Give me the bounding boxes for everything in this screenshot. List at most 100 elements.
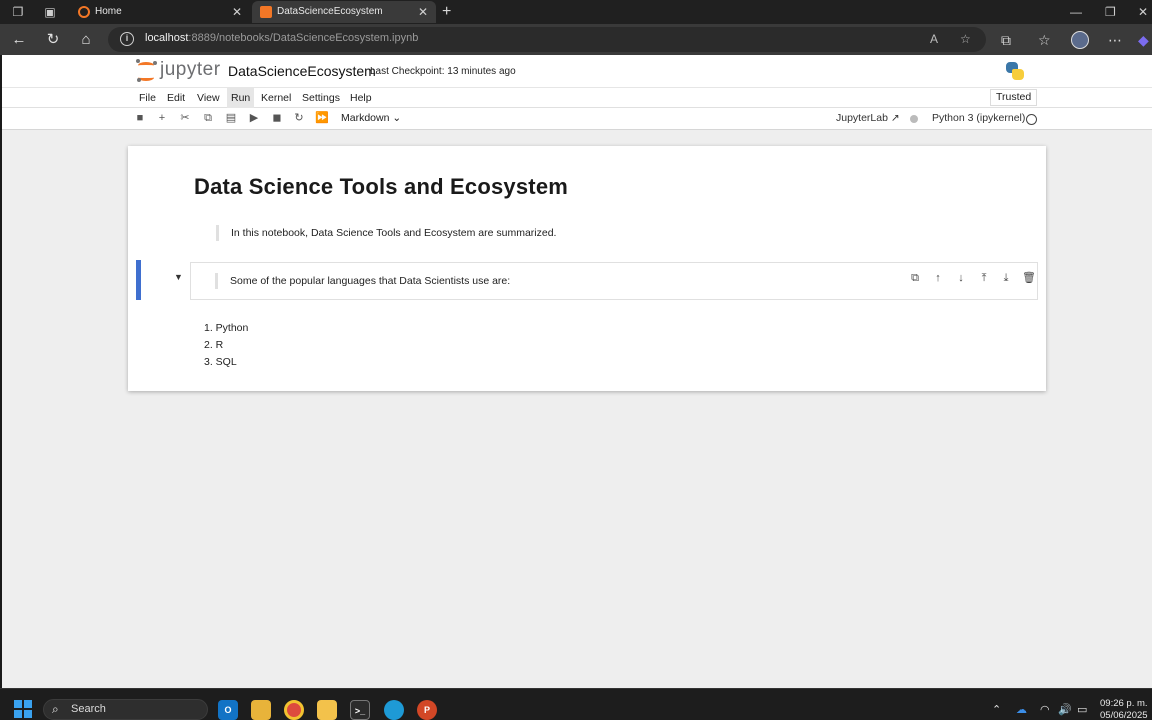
restart-run-all-icon[interactable]: ⏩: [315, 111, 329, 125]
onedrive-icon[interactable]: ☁: [1016, 703, 1027, 717]
browser-tab-strip: ❐ ▣ Home ✕ DataScienceEcosystem ✕ + — ❐ …: [0, 0, 1152, 24]
list-item: 2. R: [204, 339, 224, 351]
sticky-notes-icon[interactable]: [317, 700, 337, 720]
browser-toolbar: ← ↻ ⌂ i localhost:8889/notebooks/DataSci…: [0, 24, 1152, 55]
notebook-toolbar: ■ + ✂ ⧉ ▤ ▶ ◼ ↻ ⏩ Markdown ⌄ JupyterLab …: [2, 108, 1152, 130]
search-placeholder: Search: [71, 703, 106, 715]
chrome-icon[interactable]: [284, 700, 304, 720]
insert-below-icon[interactable]: ⤓: [999, 271, 1013, 285]
stop-icon[interactable]: ◼: [270, 111, 284, 125]
move-up-icon[interactable]: ↑: [931, 271, 945, 285]
insert-above-icon[interactable]: ⤒: [977, 271, 991, 285]
trusted-indicator[interactable]: Trusted: [990, 89, 1038, 106]
python-logo-icon: [1006, 62, 1024, 80]
close-tab-icon[interactable]: ✕: [418, 1, 428, 23]
address-bar[interactable]: i localhost:8889/notebooks/DataScienceEc…: [108, 27, 986, 52]
notebook-favicon-icon: [260, 6, 272, 18]
volume-icon[interactable]: 🔊: [1058, 703, 1072, 717]
jupyter-page: jupyter DataScienceEcosystem Last Checkp…: [0, 55, 1152, 688]
menu-kernel[interactable]: Kernel: [257, 88, 295, 108]
checkpoint-status: Last Checkpoint: 13 minutes ago: [370, 66, 516, 77]
notebook-panel: Data Science Tools and Ecosystem In this…: [128, 146, 1046, 391]
collapse-cell-icon[interactable]: ▼: [174, 272, 183, 282]
open-jupyterlab-link[interactable]: JupyterLab ↗: [836, 111, 900, 126]
url-host: localhost: [145, 32, 189, 44]
wifi-icon[interactable]: ◠: [1040, 703, 1050, 717]
menu-bar: File Edit View Run Kernel Settings Help …: [2, 87, 1152, 108]
list-item: 1. Python: [204, 322, 249, 334]
notebook-title[interactable]: Data Science Tools and Ecosystem: [194, 174, 568, 200]
cell-type-value: Markdown: [341, 112, 390, 124]
duplicate-cell-icon[interactable]: ⧉: [908, 271, 922, 285]
tab-label: DataScienceEcosystem: [277, 6, 383, 17]
kernel-name[interactable]: Python 3 (ipykernel): [932, 111, 1025, 126]
powerpoint-icon[interactable]: P: [417, 700, 437, 720]
insert-cell-icon[interactable]: +: [155, 111, 169, 125]
restore-icon[interactable]: ❐: [1105, 2, 1116, 22]
favorite-star-icon[interactable]: ☆: [960, 31, 971, 47]
outlook-icon[interactable]: O: [218, 700, 238, 720]
jupyterlab-label: JupyterLab: [836, 112, 888, 124]
taskbar-search[interactable]: ⌕ Search: [43, 699, 208, 720]
menu-help[interactable]: Help: [346, 88, 376, 108]
windows-start-icon[interactable]: [14, 700, 32, 718]
jupyter-favicon-icon: [78, 6, 90, 18]
save-icon[interactable]: ■: [133, 111, 147, 125]
jupyter-wordmark[interactable]: jupyter: [160, 59, 221, 81]
system-clock[interactable]: 09:26 p. m. 05/06/2025: [1100, 698, 1148, 720]
terminal-icon[interactable]: >_: [350, 700, 370, 720]
battery-icon[interactable]: ▭: [1077, 703, 1087, 717]
tab-actions-icon[interactable]: ▣: [42, 4, 58, 20]
intro-blockquote[interactable]: In this notebook, Data Science Tools and…: [216, 225, 556, 241]
menu-edit[interactable]: Edit: [163, 88, 189, 108]
url-text: localhost:8889/notebooks/DataScienceEcos…: [145, 32, 418, 44]
site-info-icon[interactable]: i: [120, 32, 134, 46]
windows-taskbar: ⌕ Search O >_ P ⌃ ☁ ◠ 🔊 ▭ 09:26 p. m. 05…: [0, 688, 1152, 720]
file-explorer-icon[interactable]: [251, 700, 271, 720]
kernel-idle-icon: [1026, 114, 1037, 125]
new-tab-icon[interactable]: +: [442, 2, 451, 22]
languages-blockquote: Some of the popular languages that Data …: [215, 273, 510, 289]
read-aloud-icon[interactable]: A: [930, 31, 938, 47]
menu-run[interactable]: Run: [227, 88, 255, 108]
edge-icon[interactable]: [384, 700, 404, 720]
browser-tab-home[interactable]: Home ✕: [70, 1, 250, 23]
close-tab-icon[interactable]: ✕: [232, 1, 242, 23]
active-cell-indicator[interactable]: [136, 260, 141, 300]
cell-type-select[interactable]: Markdown ⌄: [341, 111, 401, 126]
restart-kernel-icon[interactable]: ↻: [292, 111, 306, 125]
menu-view[interactable]: View: [193, 88, 224, 108]
clock-time: 09:26 p. m.: [1100, 698, 1148, 709]
menu-settings[interactable]: Settings: [298, 88, 344, 108]
kernel-status-icon: [910, 115, 918, 123]
show-hidden-icons-icon[interactable]: ⌃: [992, 703, 1001, 717]
url-path: :8889/notebooks/DataScienceEcosystem.ipy…: [188, 32, 419, 44]
copilot-icon[interactable]: ◆: [1138, 30, 1149, 50]
jupyter-logo-icon[interactable]: [136, 59, 158, 83]
home-icon[interactable]: ⌂: [76, 30, 96, 50]
search-icon: ⌕: [52, 702, 59, 716]
delete-cell-icon[interactable]: 🗑: [1022, 271, 1036, 285]
move-down-icon[interactable]: ↓: [954, 271, 968, 285]
browser-tab-notebook[interactable]: DataScienceEcosystem ✕: [252, 1, 436, 23]
run-icon[interactable]: ▶: [247, 111, 261, 125]
active-markdown-cell[interactable]: Some of the popular languages that Data …: [190, 262, 1038, 300]
menu-file[interactable]: File: [135, 88, 160, 108]
workspaces-icon[interactable]: ❐: [10, 4, 26, 20]
minimize-icon[interactable]: —: [1070, 2, 1082, 22]
close-window-icon[interactable]: ✕: [1138, 2, 1148, 22]
external-link-icon: ↗: [890, 112, 900, 124]
chevron-down-icon: ⌄: [392, 112, 402, 124]
more-options-icon[interactable]: ⋯: [1108, 30, 1122, 50]
profile-avatar[interactable]: [1071, 31, 1089, 49]
copy-icon[interactable]: ⧉: [201, 111, 215, 125]
notebook-name[interactable]: DataScienceEcosystem: [228, 63, 376, 79]
cut-icon[interactable]: ✂: [178, 111, 192, 125]
paste-icon[interactable]: ▤: [224, 111, 238, 125]
favorites-icon[interactable]: ☆: [1038, 30, 1051, 50]
back-icon[interactable]: ←: [9, 30, 29, 50]
jupyter-header: jupyter DataScienceEcosystem Last Checkp…: [2, 55, 1152, 87]
extensions-icon[interactable]: ⧉: [1001, 30, 1011, 50]
refresh-icon[interactable]: ↻: [43, 30, 63, 50]
languages-list: 1. Python 2. R 3. SQL: [204, 320, 248, 371]
